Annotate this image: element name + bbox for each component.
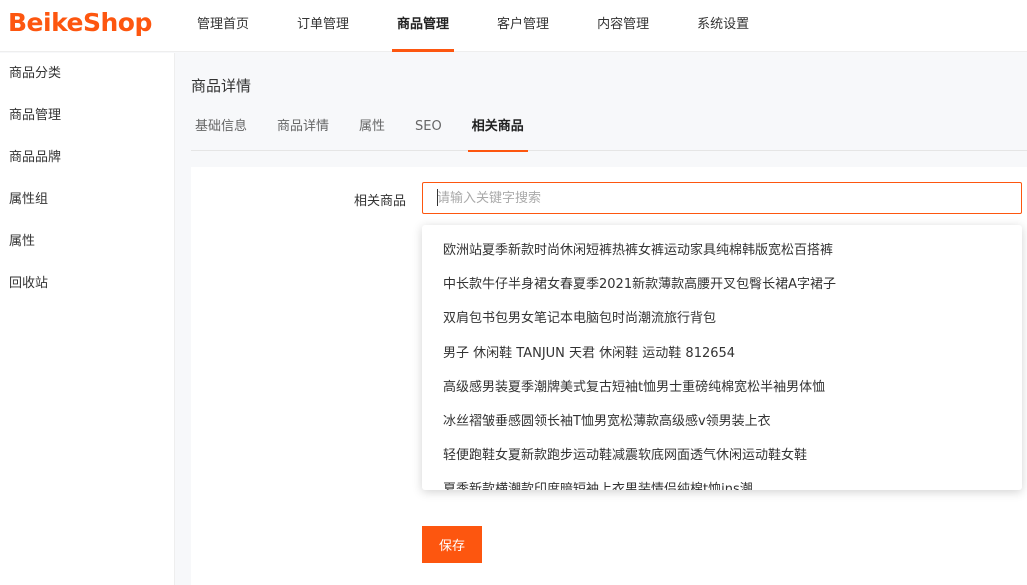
sidebar-item-attributes[interactable]: 属性 (0, 221, 174, 263)
sidebar-item-recycle-bin[interactable]: 回收站 (0, 263, 174, 305)
product-tabs: 基础信息 商品详情 属性 SEO 相关商品 (191, 107, 1027, 152)
form-card: 相关商品 欧洲站夏季新款时尚休闲短裤热裤女裤运动家具纯棉韩版宽松百搭裤 中长款牛… (191, 167, 1027, 585)
tab-basic-info[interactable]: 基础信息 (191, 107, 251, 151)
nav-item-dashboard[interactable]: 管理首页 (182, 0, 264, 52)
tab-product-details[interactable]: 商品详情 (273, 107, 333, 151)
sidebar-item-brands[interactable]: 商品品牌 (0, 137, 174, 179)
suggestion-dropdown[interactable]: 欧洲站夏季新款时尚休闲短裤热裤女裤运动家具纯棉韩版宽松百搭裤 中长款牛仔半身裙女… (422, 225, 1022, 490)
suggestion-item[interactable]: 夏季新款横潮款印度暗短袖上衣男装情侣纯棉t恤ins潮 (422, 473, 1022, 490)
suggestion-item[interactable]: 高级感男装夏季潮牌美式复古短袖t恤男士重磅纯棉宽松半袖男体恤 (422, 371, 1022, 405)
suggestion-item[interactable]: 男子 休闲鞋 TANJUN 天君 休闲鞋 运动鞋 812654 (422, 337, 1022, 371)
page-title: 商品详情 (191, 77, 252, 95)
main-nav: 管理首页 订单管理 商品管理 客户管理 内容管理 系统设置 (182, 0, 782, 52)
sidebar-item-products[interactable]: 商品管理 (0, 95, 174, 137)
related-products-label: 相关商品 (353, 194, 406, 209)
nav-item-content[interactable]: 内容管理 (582, 0, 664, 52)
tab-attributes[interactable]: 属性 (355, 107, 389, 151)
suggestion-item[interactable]: 冰丝褶皱垂感圆领长袖T恤男宽松薄款高级感v领男装上衣 (422, 405, 1022, 439)
logo[interactable]: BeikeShop (8, 8, 152, 37)
sidebar-item-categories[interactable]: 商品分类 (0, 53, 174, 95)
tab-seo[interactable]: SEO (411, 107, 446, 151)
suggestion-item[interactable]: 双肩包书包男女笔记本电脑包时尚潮流旅行背包 (422, 302, 1022, 336)
sidebar: 商品分类 商品管理 商品品牌 属性组 属性 回收站 (0, 53, 175, 585)
text-caret (437, 189, 438, 206)
save-button[interactable]: 保存 (422, 526, 482, 563)
sidebar-item-attribute-groups[interactable]: 属性组 (0, 179, 174, 221)
nav-item-orders[interactable]: 订单管理 (282, 0, 364, 52)
nav-item-products[interactable]: 商品管理 (382, 0, 464, 52)
suggestion-item[interactable]: 欧洲站夏季新款时尚休闲短裤热裤女裤运动家具纯棉韩版宽松百搭裤 (422, 234, 1022, 268)
suggestion-item[interactable]: 中长款牛仔半身裙女春夏季2021新款薄款高腰开叉包臀长裙A字裙子 (422, 268, 1022, 302)
nav-item-customers[interactable]: 客户管理 (482, 0, 564, 52)
tab-related-products[interactable]: 相关商品 (467, 107, 528, 152)
related-products-search-input[interactable] (422, 182, 1022, 214)
suggestion-list: 欧洲站夏季新款时尚休闲短裤热裤女裤运动家具纯棉韩版宽松百搭裤 中长款牛仔半身裙女… (422, 225, 1022, 490)
suggestion-item[interactable]: 轻便跑鞋女夏新款跑步运动鞋减震软底网面透气休闲运动鞋女鞋 (422, 439, 1022, 473)
top-bar: BeikeShop 管理首页 订单管理 商品管理 客户管理 内容管理 系统设置 (0, 0, 1027, 52)
nav-item-settings[interactable]: 系统设置 (682, 0, 764, 52)
main-content: 商品详情 基础信息 商品详情 属性 SEO 相关商品 相关商品 欧洲站夏季新款时… (176, 53, 1027, 585)
